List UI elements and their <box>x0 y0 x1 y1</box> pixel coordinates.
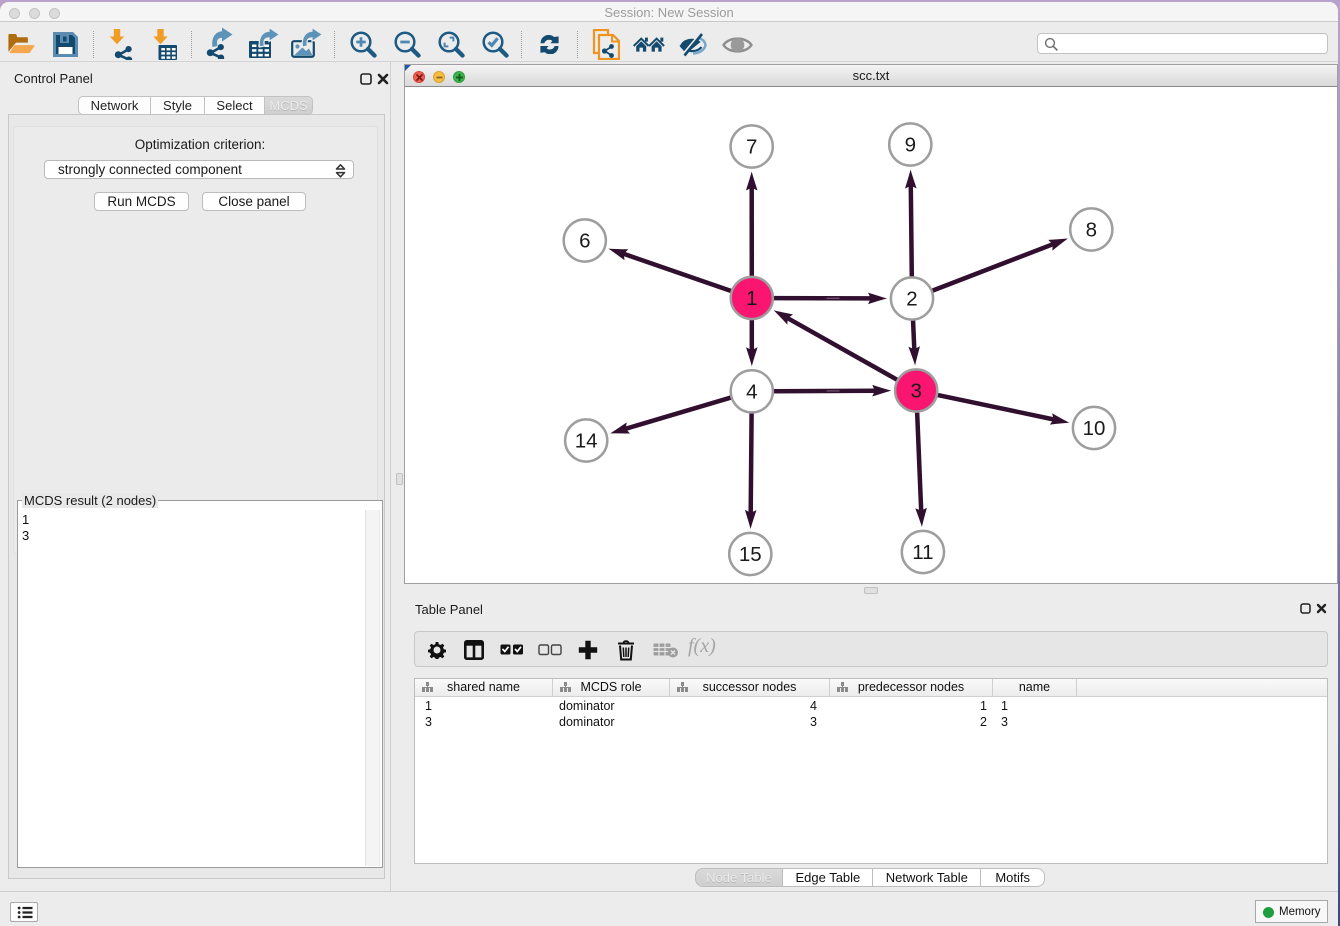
svg-text:11: 11 <box>912 541 933 564</box>
svg-text:15: 15 <box>739 543 762 566</box>
svg-text:2: 2 <box>906 288 917 311</box>
svg-text:1: 1 <box>746 287 757 310</box>
svg-text:3: 3 <box>910 380 921 403</box>
svg-text:4: 4 <box>746 380 757 403</box>
svg-text:8: 8 <box>1086 219 1097 242</box>
svg-text:10: 10 <box>1083 417 1106 440</box>
svg-text:7: 7 <box>746 136 757 159</box>
svg-text:14: 14 <box>575 430 598 453</box>
svg-text:9: 9 <box>905 134 916 157</box>
svg-text:6: 6 <box>579 230 590 253</box>
